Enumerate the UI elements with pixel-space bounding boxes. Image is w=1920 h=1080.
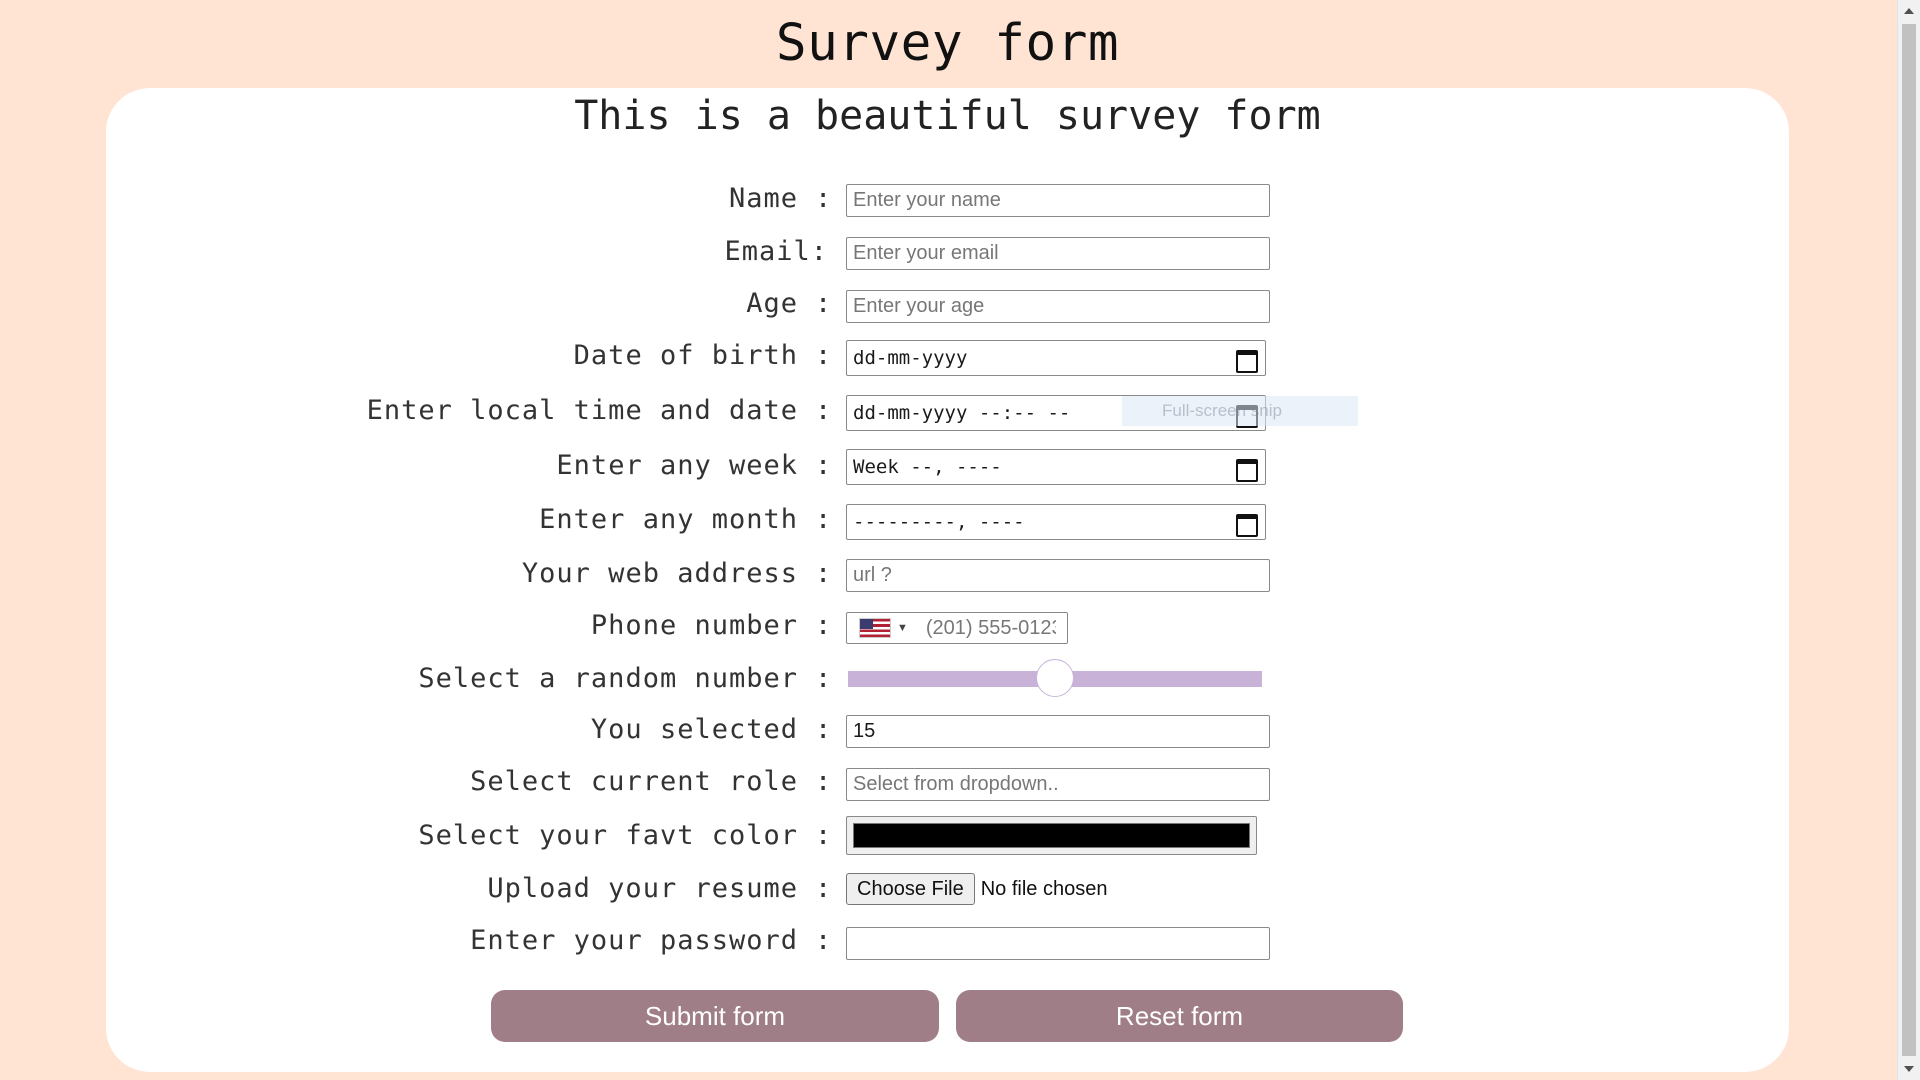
url-input[interactable]: [846, 559, 1270, 592]
slider-thumb[interactable]: [1036, 659, 1074, 697]
colon: :: [815, 450, 832, 481]
random-label: Select a random number: [418, 663, 798, 694]
phone-label: Phone number: [590, 610, 798, 641]
colon: :: [815, 288, 832, 319]
color-swatch: [853, 823, 1250, 848]
month-input[interactable]: ---------, ----: [846, 504, 1266, 540]
role-label: Select current role: [470, 766, 798, 797]
colon: :: [815, 925, 832, 956]
colon: :: [815, 766, 832, 797]
page-title: Survey form: [775, 14, 1120, 73]
us-flag-icon[interactable]: [859, 618, 891, 638]
dob-value: dd-mm-yyyy: [853, 347, 968, 369]
scroll-up-icon[interactable]: [1904, 8, 1914, 14]
colon: :: [815, 610, 832, 641]
age-row: Age :: [0, 284, 1920, 324]
password-label: Enter your password: [470, 925, 798, 956]
week-label: Enter any week: [556, 450, 798, 481]
age-label: Age: [746, 288, 798, 319]
colon: :: [815, 504, 832, 535]
random-slider[interactable]: [848, 659, 1262, 697]
chevron-down-icon[interactable]: ▼: [897, 622, 908, 634]
page-scrollbar[interactable]: [1897, 0, 1920, 1080]
month-row: Enter any month : ---------, ----: [0, 500, 1920, 540]
resume-upload: Choose File No file chosen: [846, 872, 1107, 906]
email-input[interactable]: [846, 237, 1270, 270]
phone-field: ▼: [846, 612, 1068, 644]
random-row: Select a random number :: [0, 659, 1920, 699]
week-input[interactable]: Week --, ----: [846, 449, 1266, 485]
local-datetime-value: dd-mm-yyyy --:-- --: [853, 402, 1071, 424]
color-row: Select your favt color :: [0, 816, 1920, 856]
dob-row: Date of birth : dd-mm-yyyy: [0, 336, 1920, 376]
password-row: Enter your password :: [0, 921, 1920, 961]
phone-row: Phone number : ▼: [0, 606, 1920, 646]
colon: :: [815, 820, 832, 851]
week-row: Enter any week : Week --, ----: [0, 446, 1920, 486]
selected-output[interactable]: [846, 715, 1270, 748]
submit-button[interactable]: Submit form: [491, 990, 939, 1042]
reset-button[interactable]: Reset form: [956, 990, 1403, 1042]
dob-input[interactable]: dd-mm-yyyy: [846, 340, 1266, 376]
colon: :: [815, 558, 832, 589]
email-row: Email:: [0, 232, 1920, 272]
password-input[interactable]: [846, 927, 1270, 960]
name-label: Name: [728, 183, 798, 214]
resume-row: Upload your resume : Choose File No file…: [0, 869, 1920, 909]
selected-label: You selected: [590, 714, 798, 745]
colon: :: [815, 183, 832, 214]
url-row: Your web address :: [0, 554, 1920, 594]
url-label: Your web address: [521, 558, 798, 589]
selected-row: You selected :: [0, 710, 1920, 750]
calendar-icon[interactable]: [1235, 347, 1258, 373]
resume-label: Upload your resume: [487, 873, 798, 904]
email-label: Email:: [724, 236, 828, 267]
calendar-icon[interactable]: [1235, 456, 1258, 482]
colon: :: [815, 340, 832, 371]
month-value: ---------, ----: [853, 511, 1025, 533]
scroll-thumb[interactable]: [1902, 24, 1916, 1056]
local-datetime-input[interactable]: dd-mm-yyyy --:-- --: [846, 395, 1266, 431]
color-label: Select your favt color: [418, 820, 798, 851]
file-status: No file chosen: [980, 877, 1108, 900]
local-datetime-label: Enter local time and date: [366, 395, 798, 426]
age-input[interactable]: [846, 290, 1270, 323]
phone-input[interactable]: [923, 615, 1058, 641]
week-value: Week --, ----: [853, 456, 1002, 478]
choose-file-button[interactable]: Choose File: [846, 873, 975, 905]
local-datetime-row: Enter local time and date : dd-mm-yyyy -…: [0, 391, 1920, 431]
role-row: Select current role :: [0, 762, 1920, 802]
month-label: Enter any month: [539, 504, 798, 535]
role-input[interactable]: [846, 768, 1270, 801]
colon: :: [815, 873, 832, 904]
calendar-icon[interactable]: [1235, 402, 1258, 428]
name-input[interactable]: [846, 184, 1270, 217]
calendar-icon[interactable]: [1235, 511, 1258, 537]
name-row: Name :: [0, 179, 1920, 219]
color-picker[interactable]: [846, 816, 1257, 855]
colon: :: [815, 714, 832, 745]
dob-label: Date of birth: [573, 340, 798, 371]
colon: :: [815, 663, 832, 694]
scroll-down-icon[interactable]: [1904, 1066, 1914, 1072]
form-subtitle: This is a beautiful survey form: [574, 93, 1321, 139]
colon: :: [815, 395, 832, 426]
